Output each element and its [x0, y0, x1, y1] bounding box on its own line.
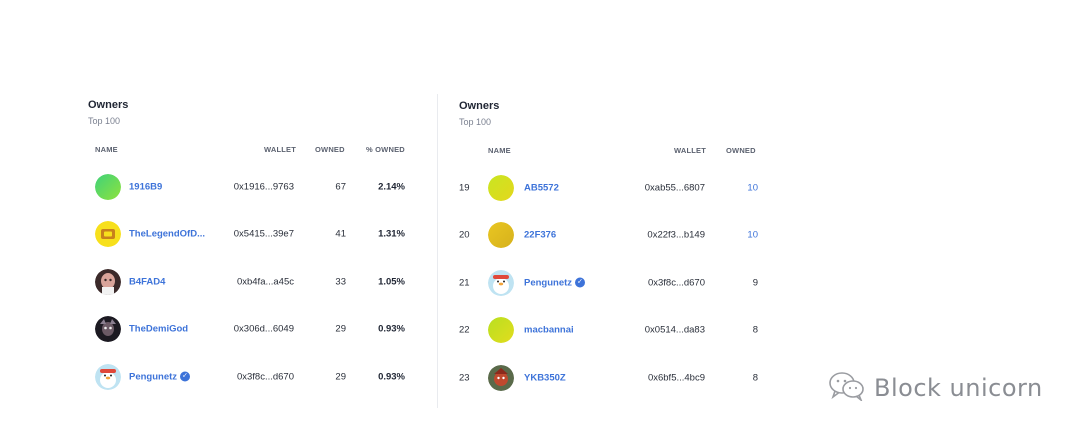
owner-name-link[interactable]: YKB350Z	[524, 372, 566, 383]
rank-number: 20	[459, 229, 470, 241]
panel-title: Owners	[459, 100, 500, 112]
table-row[interactable]: TheDemiGod 0x306d...6049 29 0.93%	[88, 306, 408, 354]
dark-character-avatar[interactable]	[95, 316, 121, 343]
portrait-avatar[interactable]	[95, 268, 121, 295]
owner-name-link[interactable]: B4FAD4	[129, 276, 165, 287]
header-owned[interactable]: OWNED	[315, 145, 345, 154]
header-owned[interactable]: OWNED	[726, 146, 756, 155]
owner-name-link[interactable]: TheDemiGod	[129, 324, 188, 335]
watermark-text: Block unicorn	[874, 374, 1043, 402]
green-gradient-avatar[interactable]	[95, 173, 121, 200]
wallet-address[interactable]: 0x0514...da83	[645, 325, 705, 336]
owned-count: 29	[335, 371, 346, 383]
table-row[interactable]: Pengunetz ✓ 0x3f8c...d670 29 0.93%	[88, 353, 408, 401]
table-row[interactable]: 21 Pengunetz ✓ 0x3f8c...d670 9	[459, 259, 759, 307]
owned-count: 33	[335, 276, 346, 288]
wallet-address[interactable]: 0x306d...6049	[234, 324, 294, 335]
lime-gradient-avatar[interactable]	[488, 317, 514, 344]
owner-name-link[interactable]: 22F376	[524, 230, 556, 241]
wallet-address[interactable]: 0x3f8c...d670	[237, 371, 294, 382]
header-wallet[interactable]: WALLET	[264, 145, 296, 154]
wechat-icon	[828, 371, 866, 406]
table-row[interactable]: 1916B9 0x1916...9763 67 2.14%	[88, 163, 408, 211]
header-pct-owned[interactable]: % OWNED	[366, 145, 405, 154]
rank-number: 23	[459, 372, 470, 384]
panel-subtitle: Top 100	[88, 116, 121, 126]
table-row[interactable]: B4FAD4 0xb4fa...a45c 33 1.05%	[88, 258, 408, 306]
owner-name-link[interactable]: TheLegendOfD...	[129, 229, 205, 240]
owner-name-link[interactable]: AB5572	[524, 182, 559, 193]
owned-count: 9	[752, 277, 758, 289]
owner-name-link[interactable]: 1916B9	[129, 181, 162, 192]
rank-number: 21	[459, 277, 470, 289]
table-row[interactable]: 22 macbannai 0x0514...da83 8	[459, 307, 759, 355]
panel-title: Owners	[88, 99, 129, 111]
owner-name-link[interactable]: Pengunetz	[129, 371, 177, 382]
character-avatar[interactable]	[488, 364, 514, 391]
penguin-avatar[interactable]	[95, 363, 121, 390]
panel-divider	[437, 94, 438, 408]
owned-count: 10	[747, 229, 758, 241]
rank-number: 19	[459, 182, 470, 194]
wallet-address[interactable]: 0x22f3...b149	[647, 230, 705, 241]
penguin-avatar[interactable]	[488, 269, 514, 296]
table-row[interactable]: TheLegendOfD... 0x5415...39e7 41 1.31%	[88, 211, 408, 259]
owned-count: 67	[335, 181, 346, 193]
verified-check-icon: ✓	[180, 371, 191, 382]
owned-percent: 1.31%	[378, 228, 405, 240]
wallet-address[interactable]: 0xb4fa...a45c	[237, 276, 294, 287]
yellow-emblem-avatar[interactable]	[95, 221, 121, 248]
owned-percent: 0.93%	[378, 371, 405, 383]
wallet-address[interactable]: 0xab55...6807	[645, 182, 705, 193]
owned-count: 10	[747, 182, 758, 194]
header-wallet[interactable]: WALLET	[674, 146, 706, 155]
rank-number: 22	[459, 324, 470, 336]
table-header: NAME WALLET OWNED	[459, 146, 759, 158]
wallet-address[interactable]: 0x6bf5...4bc9	[648, 372, 705, 383]
lime-gradient-avatar[interactable]	[488, 174, 514, 201]
owned-count: 8	[752, 324, 758, 336]
wallet-address[interactable]: 0x5415...39e7	[234, 229, 294, 240]
verified-check-icon: ✓	[575, 277, 586, 288]
owner-name-link[interactable]: macbannai	[524, 325, 574, 336]
owned-count: 8	[752, 372, 758, 384]
table-row[interactable]: 23 YKB350Z 0x6bf5...4bc9 8	[459, 354, 759, 402]
table-row[interactable]: 19 AB5572 0xab55...6807 10	[459, 164, 759, 212]
header-name[interactable]: NAME	[488, 146, 511, 155]
owners-panel-left: Owners Top 100 NAME WALLET OWNED % OWNED…	[88, 98, 408, 401]
owned-count: 29	[335, 323, 346, 335]
owner-name-link[interactable]: Pengunetz	[524, 277, 572, 288]
wallet-address[interactable]: 0x3f8c...d670	[648, 277, 705, 288]
owned-percent: 0.93%	[378, 323, 405, 335]
panel-subtitle: Top 100	[459, 117, 492, 127]
owned-count: 41	[335, 228, 346, 240]
owned-percent: 2.14%	[378, 181, 405, 193]
header-name[interactable]: NAME	[95, 145, 118, 154]
owned-percent: 1.05%	[378, 276, 405, 288]
watermark: Block unicorn	[828, 370, 1043, 406]
wallet-address[interactable]: 0x1916...9763	[234, 181, 294, 192]
table-row[interactable]: 20 22F376 0x22f3...b149 10	[459, 212, 759, 260]
owners-panel-right: Owners Top 100 NAME WALLET OWNED 19 AB55…	[459, 99, 759, 402]
gold-gradient-avatar[interactable]	[488, 222, 514, 249]
table-header: NAME WALLET OWNED % OWNED	[88, 145, 408, 157]
